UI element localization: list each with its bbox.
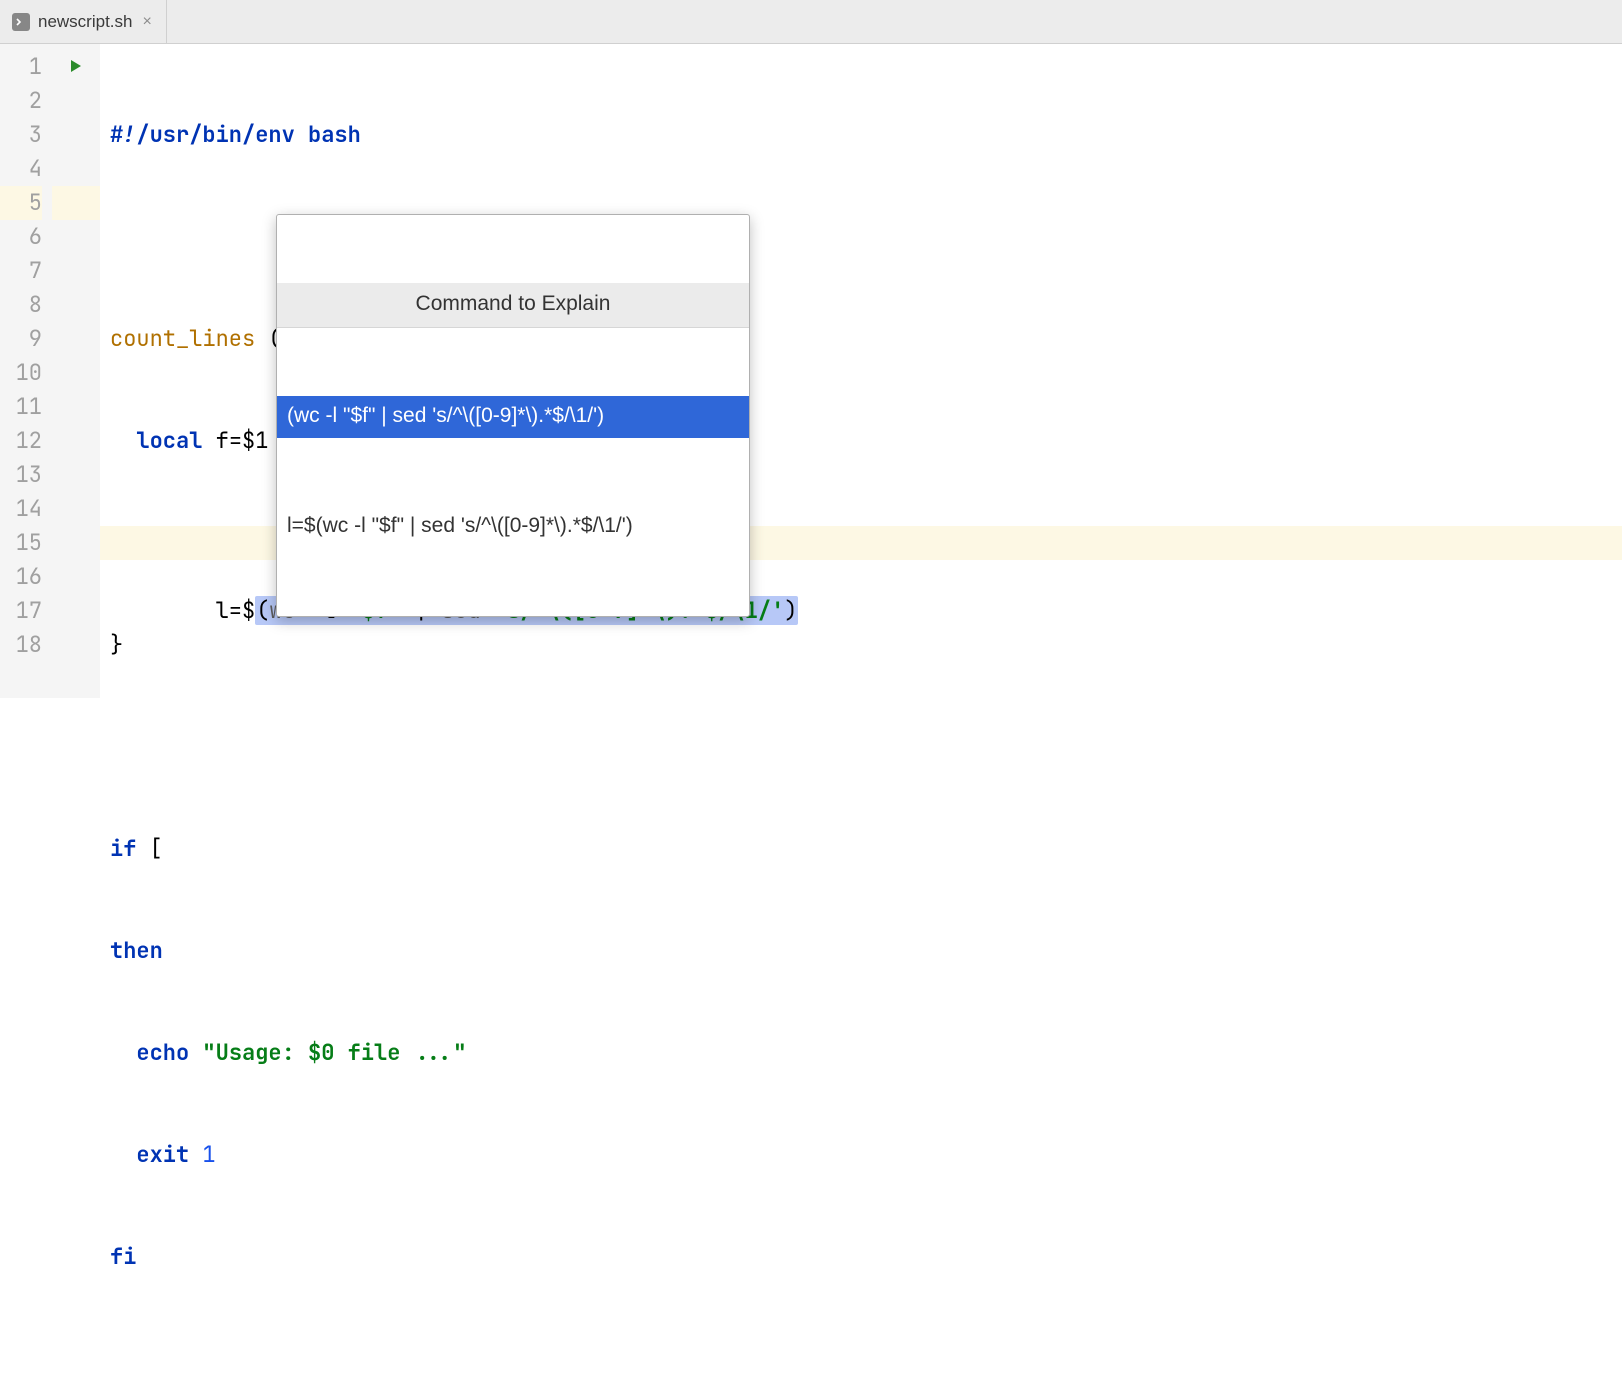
- line-number: 3: [0, 118, 42, 152]
- code-editor[interactable]: 1 2 3 4 5 6 7 8 9 10 11 12 13 14 15 16 1…: [0, 44, 1622, 698]
- explain-command-popup: Command to Explain (wc -l "$f" | sed 's/…: [276, 214, 750, 617]
- run-icon[interactable]: [68, 50, 84, 84]
- file-tab[interactable]: newscript.sh ×: [0, 0, 167, 43]
- line-number: 16: [0, 560, 42, 594]
- code-line: exit 1: [100, 1138, 1622, 1172]
- code-line: }: [100, 628, 1622, 662]
- line-number: 8: [0, 288, 42, 322]
- tab-bar: newscript.sh ×: [0, 0, 1622, 44]
- line-number: 6: [0, 220, 42, 254]
- line-number: 7: [0, 254, 42, 288]
- line-number: 4: [0, 152, 42, 186]
- tab-filename: newscript.sh: [38, 12, 132, 32]
- code-line: fi: [100, 1240, 1622, 1274]
- line-number: 17: [0, 594, 42, 628]
- line-number: 12: [0, 424, 42, 458]
- line-number: 2: [0, 84, 42, 118]
- code-line: if [: [100, 832, 1622, 866]
- line-number: 15: [0, 526, 42, 560]
- line-number: 10: [0, 356, 42, 390]
- shebang: #!/usr/bin/env bash: [110, 120, 361, 149]
- close-icon[interactable]: ×: [140, 13, 153, 31]
- line-number: 18: [0, 628, 42, 662]
- code-line: then: [100, 934, 1622, 968]
- code-line: [100, 1342, 1622, 1376]
- run-gutter-line: [52, 50, 100, 84]
- popup-item[interactable]: (wc -l "$f" | sed 's/^\([0-9]*\).*$/\1/'…: [277, 396, 749, 438]
- line-number: 14: [0, 492, 42, 526]
- line-number-gutter: 1 2 3 4 5 6 7 8 9 10 11 12 13 14 15 16 1…: [0, 44, 52, 698]
- line-number: 5: [0, 186, 42, 220]
- line-number: 9: [0, 322, 42, 356]
- terminal-file-icon: [12, 13, 30, 31]
- run-gutter: [52, 44, 100, 698]
- code-area[interactable]: #!/usr/bin/env bash count_lines () { loc…: [100, 44, 1622, 698]
- line-number: 1: [0, 50, 42, 84]
- line-number: 11: [0, 390, 42, 424]
- function-name: count_lines: [110, 324, 255, 353]
- code-line: echo "Usage: $0 file ...": [100, 1036, 1622, 1070]
- code-line: [100, 730, 1622, 764]
- popup-item[interactable]: l=$(wc -l "$f" | sed 's/^\([0-9]*\).*$/\…: [277, 506, 749, 548]
- popup-title: Command to Explain: [277, 283, 749, 328]
- line-number: 13: [0, 458, 42, 492]
- code-line: #!/usr/bin/env bash: [100, 118, 1622, 152]
